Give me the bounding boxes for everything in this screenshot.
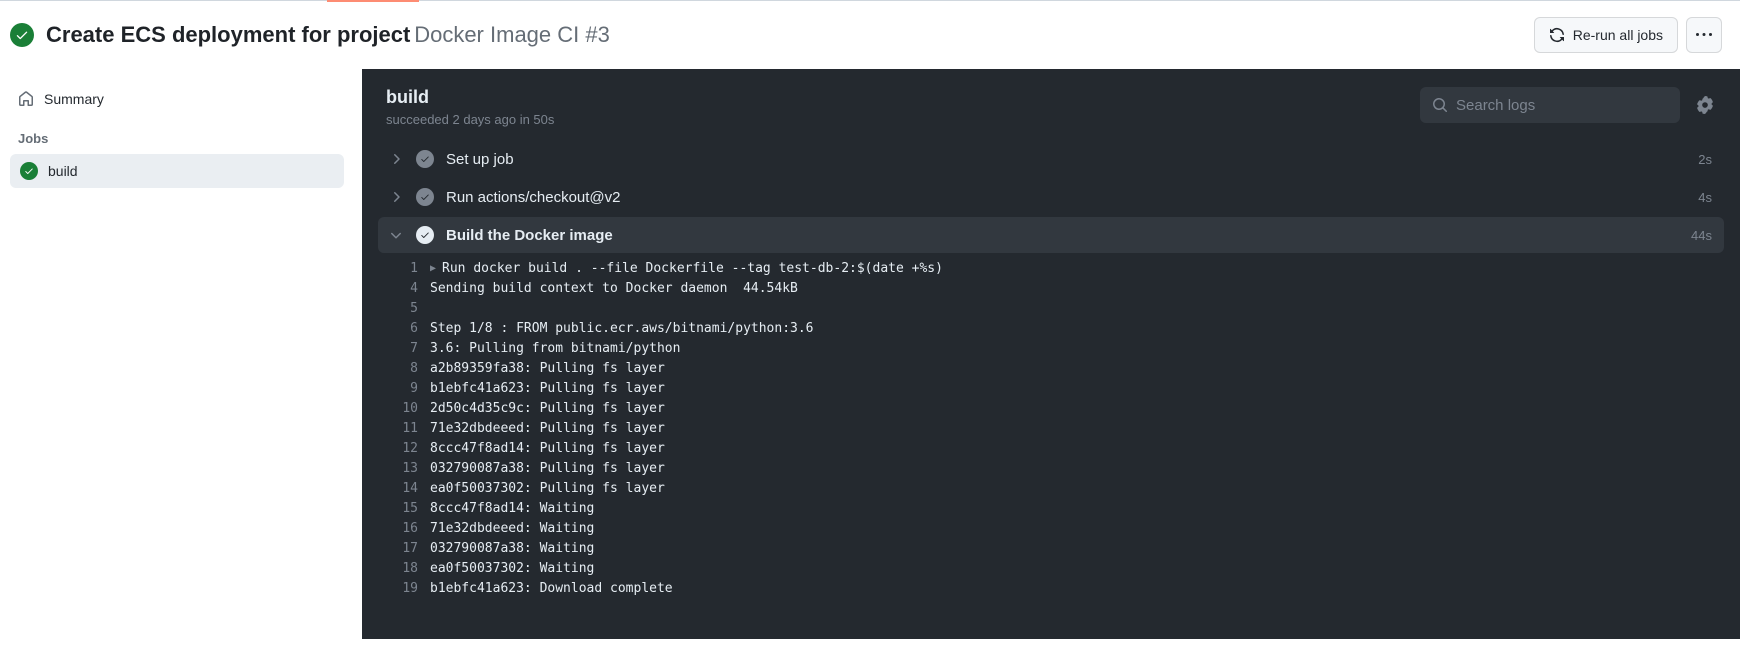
gear-icon [1696,96,1714,114]
log-line-text: b1ebfc41a623: Download complete [430,579,673,599]
log-line-number: 9 [378,379,430,399]
home-icon [18,91,34,107]
log-line-text: 71e32dbdeeed: Waiting [430,519,594,539]
log-line-text: b1ebfc41a623: Pulling fs layer [430,379,665,399]
log-line: 5 [378,299,1724,319]
step-row[interactable]: Run actions/checkout@v2 4s [378,179,1724,215]
step-name: Build the Docker image [446,227,613,244]
log-line-text: 032790087a38: Waiting [430,539,594,559]
check-circle-icon [20,162,38,180]
log-line: 102d50c4d35c9c: Pulling fs layer [378,399,1724,419]
log-line: 1671e32dbdeeed: Waiting [378,519,1724,539]
sidebar-job-build[interactable]: build [10,154,344,188]
log-line: 158ccc47f8ad14: Waiting [378,499,1724,519]
log-line-number: 13 [378,459,430,479]
log-line-number: 1 [378,259,430,279]
summary-label: Summary [44,91,104,107]
step-duration: 4s [1698,190,1712,205]
search-logs[interactable] [1420,87,1680,123]
chevron-down-icon [388,227,404,243]
log-line-number: 4 [378,279,430,299]
log-line-number: 8 [378,359,430,379]
sidebar-summary[interactable]: Summary [10,85,344,113]
log-line: 9b1ebfc41a623: Pulling fs layer [378,379,1724,399]
log-line-text: ea0f50037302: Pulling fs layer [430,479,665,499]
workflow-subtitle: Docker Image CI #3 [414,22,610,47]
log-line: 17032790087a38: Waiting [378,539,1724,559]
log-line-text: ▶Run docker build . --file Dockerfile --… [430,259,943,279]
log-line-text: 032790087a38: Pulling fs layer [430,459,665,479]
log-line-number: 15 [378,499,430,519]
log-line: 1▶Run docker build . --file Dockerfile -… [378,259,1724,279]
log-line-text: 3.6: Pulling from bitnami/python [430,339,680,359]
log-line-number: 17 [378,539,430,559]
workflow-title: Create ECS deployment for project [46,22,410,47]
job-header: build succeeded 2 days ago in 50s [378,87,1724,141]
job-name: build [48,163,78,179]
job-log-panel: build succeeded 2 days ago in 50s Set up… [362,69,1740,639]
log-line: 73.6: Pulling from bitnami/python [378,339,1724,359]
job-title: build [386,87,554,108]
rerun-all-jobs-button[interactable]: Re-run all jobs [1534,17,1678,53]
log-line: 18ea0f50037302: Waiting [378,559,1724,579]
log-output: 1▶Run docker build . --file Dockerfile -… [378,255,1724,599]
log-line-text: 8ccc47f8ad14: Pulling fs layer [430,439,665,459]
log-line-number: 14 [378,479,430,499]
sync-icon [1549,27,1565,43]
check-circle-icon [416,150,434,168]
step-row[interactable]: Set up job 2s [378,141,1724,177]
check-circle-icon [10,23,34,47]
rerun-label: Re-run all jobs [1573,27,1663,43]
step-row[interactable]: Build the Docker image 44s [378,217,1724,253]
log-line: 128ccc47f8ad14: Pulling fs layer [378,439,1724,459]
log-line-number: 12 [378,439,430,459]
log-line-number: 7 [378,339,430,359]
step-duration: 2s [1698,152,1712,167]
log-line-text: 2d50c4d35c9c: Pulling fs layer [430,399,665,419]
check-circle-icon [416,188,434,206]
kebab-horizontal-icon [1696,27,1712,43]
log-line-number: 16 [378,519,430,539]
log-line-text: Sending build context to Docker daemon 4… [430,279,798,299]
check-circle-icon [416,226,434,244]
job-status-text: succeeded 2 days ago in 50s [386,112,554,127]
chevron-right-icon [388,151,404,167]
log-line: 8a2b89359fa38: Pulling fs layer [378,359,1724,379]
log-line-number: 18 [378,559,430,579]
log-line-number: 6 [378,319,430,339]
log-line-number: 5 [378,299,430,319]
log-line-number: 10 [378,399,430,419]
log-line: 4Sending build context to Docker daemon … [378,279,1724,299]
log-line-text: ea0f50037302: Waiting [430,559,594,579]
step-name: Run actions/checkout@v2 [446,189,621,206]
log-line-number: 11 [378,419,430,439]
log-line: 13032790087a38: Pulling fs layer [378,459,1724,479]
search-icon [1432,97,1448,113]
log-line: 14ea0f50037302: Pulling fs layer [378,479,1724,499]
step-duration: 44s [1691,228,1712,243]
log-line: 6Step 1/8 : FROM public.ecr.aws/bitnami/… [378,319,1724,339]
kebab-menu-button[interactable] [1686,17,1722,53]
log-line-text: 71e32dbdeeed: Pulling fs layer [430,419,665,439]
active-tab-indicator [327,0,419,2]
log-line-number: 19 [378,579,430,599]
log-settings-button[interactable] [1690,90,1720,120]
caret-right-icon[interactable]: ▶ [430,259,436,279]
jobs-section-label: Jobs [10,113,344,154]
log-line-text: 8ccc47f8ad14: Waiting [430,499,594,519]
log-line: 1171e32dbdeeed: Pulling fs layer [378,419,1724,439]
log-line-text: a2b89359fa38: Pulling fs layer [430,359,665,379]
main-layout: Summary Jobs build build succeeded 2 day… [0,69,1740,639]
sidebar: Summary Jobs build [0,69,362,639]
chevron-right-icon [388,189,404,205]
step-name: Set up job [446,151,514,168]
log-line: 19b1ebfc41a623: Download complete [378,579,1724,599]
workflow-header: Create ECS deployment for project Docker… [0,1,1740,69]
log-line-text: Step 1/8 : FROM public.ecr.aws/bitnami/p… [430,319,814,339]
search-input[interactable] [1456,97,1668,114]
